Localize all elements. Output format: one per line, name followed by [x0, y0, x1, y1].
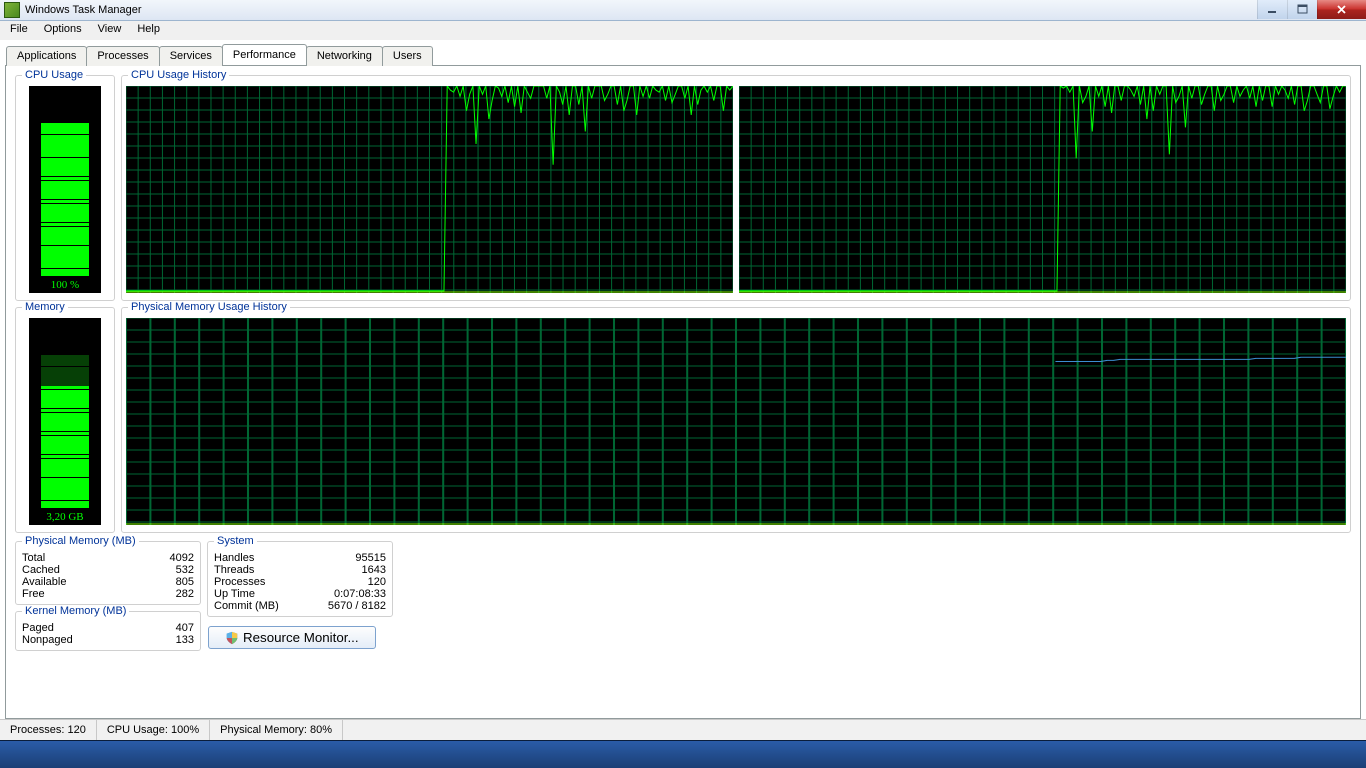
stat-row: Free282	[20, 588, 196, 600]
stat-value: 532	[131, 564, 196, 576]
stat-value: 0:07:08:33	[304, 588, 388, 600]
app-icon	[4, 2, 20, 18]
shield-icon	[225, 631, 239, 645]
tab-content: CPU Usage 100 % CPU Usage History Memory…	[5, 65, 1361, 719]
memory-group: Memory 3,20 GB	[15, 307, 115, 533]
group-title: CPU Usage	[22, 69, 86, 81]
stat-value: 95515	[304, 552, 388, 564]
stat-label: Commit (MB)	[212, 600, 304, 612]
maximize-button[interactable]	[1287, 0, 1317, 19]
stat-value: 120	[304, 576, 388, 588]
close-button[interactable]	[1317, 0, 1366, 19]
menu-help[interactable]: Help	[129, 21, 168, 40]
status-processes: Processes: 120	[0, 720, 97, 740]
group-title: Physical Memory (MB)	[22, 535, 139, 547]
status-cpu: CPU Usage: 100%	[97, 720, 210, 740]
resource-monitor-label: Resource Monitor...	[243, 630, 359, 645]
stat-label: Cached	[20, 564, 131, 576]
stat-label: Paged	[20, 622, 145, 634]
memory-history-group: Physical Memory Usage History	[121, 307, 1351, 533]
stat-label: Handles	[212, 552, 304, 564]
menu-file[interactable]: File	[2, 21, 36, 40]
stat-label: Up Time	[212, 588, 304, 600]
stat-label: Free	[20, 588, 131, 600]
cpu-meter: 100 %	[29, 86, 101, 293]
stat-value: 133	[145, 634, 196, 646]
memory-meter: 3,20 GB	[29, 318, 101, 525]
stat-row: Nonpaged133	[20, 634, 196, 646]
menu-options[interactable]: Options	[36, 21, 90, 40]
tab-performance[interactable]: Performance	[222, 44, 307, 65]
tab-networking[interactable]: Networking	[306, 46, 383, 66]
stat-label: Threads	[212, 564, 304, 576]
stats-row: Physical Memory (MB) Total4092Cached532A…	[12, 538, 1354, 654]
cpu-history-core0	[126, 86, 733, 293]
cpu-usage-group: CPU Usage 100 %	[15, 75, 115, 301]
stat-row: Cached532	[20, 564, 196, 576]
group-title: CPU Usage History	[128, 69, 229, 81]
stat-row: Available805	[20, 576, 196, 588]
menu-view[interactable]: View	[90, 21, 130, 40]
menu-bar: File Options View Help	[0, 21, 1366, 40]
stat-label: Available	[20, 576, 131, 588]
stat-value: 1643	[304, 564, 388, 576]
stat-value: 805	[131, 576, 196, 588]
status-bar: Processes: 120 CPU Usage: 100% Physical …	[0, 719, 1366, 740]
cpu-history-group: CPU Usage History	[121, 75, 1351, 301]
title-bar: Windows Task Manager	[0, 0, 1366, 21]
taskbar[interactable]	[0, 740, 1366, 768]
system-box: System Handles95515Threads1643Processes1…	[207, 541, 393, 617]
group-title: Kernel Memory (MB)	[22, 605, 129, 617]
tab-processes[interactable]: Processes	[86, 46, 159, 66]
resource-monitor-button[interactable]: Resource Monitor...	[208, 626, 376, 649]
stat-row: Processes120	[212, 576, 388, 588]
kernel-memory-box: Kernel Memory (MB) Paged407Nonpaged133	[15, 611, 201, 651]
stat-row: Threads1643	[212, 564, 388, 576]
tab-services[interactable]: Services	[159, 46, 223, 66]
memory-meter-label: 3,20 GB	[29, 511, 101, 525]
stat-row: Paged407	[20, 622, 196, 634]
cpu-history-core1	[739, 86, 1346, 293]
window-controls	[1257, 0, 1366, 19]
group-title: Memory	[22, 301, 68, 313]
stat-value: 407	[145, 622, 196, 634]
stat-row: Handles95515	[212, 552, 388, 564]
tab-applications[interactable]: Applications	[6, 46, 87, 66]
window-title: Windows Task Manager	[25, 4, 142, 16]
stat-label: Processes	[212, 576, 304, 588]
group-title: System	[214, 535, 257, 547]
stat-row: Commit (MB)5670 / 8182	[212, 600, 388, 612]
stat-value: 4092	[131, 552, 196, 564]
tabs: Applications Processes Services Performa…	[0, 40, 1366, 65]
stat-value: 282	[131, 588, 196, 600]
cpu-meter-label: 100 %	[29, 279, 101, 293]
minimize-button[interactable]	[1257, 0, 1287, 19]
stat-value: 5670 / 8182	[304, 600, 388, 612]
stat-label: Nonpaged	[20, 634, 145, 646]
physical-memory-box: Physical Memory (MB) Total4092Cached532A…	[15, 541, 201, 605]
stat-label: Total	[20, 552, 131, 564]
status-memory: Physical Memory: 80%	[210, 720, 343, 740]
memory-history	[126, 318, 1346, 525]
tab-users[interactable]: Users	[382, 46, 433, 66]
stat-row: Total4092	[20, 552, 196, 564]
group-title: Physical Memory Usage History	[128, 301, 290, 313]
stat-row: Up Time0:07:08:33	[212, 588, 388, 600]
